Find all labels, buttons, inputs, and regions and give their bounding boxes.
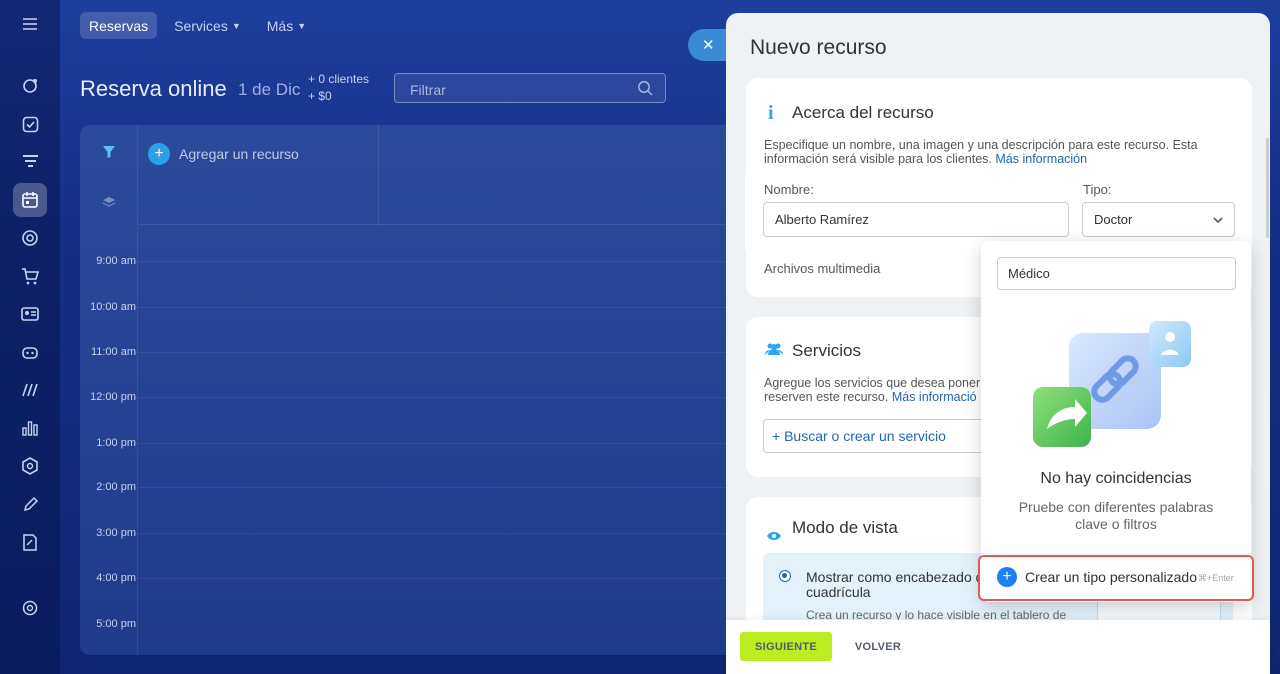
time-slot: 2:00 pm — [96, 481, 136, 493]
type-label: Tipo: — [1083, 182, 1112, 197]
radio-selected[interactable] — [779, 570, 791, 582]
info-icon: i — [768, 102, 774, 124]
plus-icon: + — [148, 143, 170, 165]
feed-icon[interactable] — [18, 74, 42, 98]
target-icon[interactable] — [18, 226, 42, 250]
back-button[interactable]: VOLVER — [842, 632, 914, 661]
media-label: Archivos multimedia — [764, 261, 881, 276]
chevron-down-icon: ▼ — [297, 20, 307, 31]
top-nav: Reservas Services ▼ Más ▼ — [80, 12, 315, 39]
analytics-icon[interactable] — [18, 416, 42, 440]
users-icon — [764, 342, 784, 361]
dropdown-divider — [981, 553, 1251, 554]
services-description: Agregue los servicios que desea poner re… — [764, 376, 981, 404]
about-description: Especifique un nombre, una imagen y una … — [764, 138, 1198, 166]
type-search-input[interactable]: Médico — [997, 257, 1236, 290]
grid-line — [138, 443, 740, 444]
grid-line — [138, 307, 740, 308]
tab-services[interactable]: Services ▼ — [165, 12, 250, 39]
grid-line — [138, 578, 740, 579]
search-create-service-button[interactable]: + Buscar o crear un servicio — [763, 419, 991, 453]
calendar-divider — [378, 125, 379, 225]
contact-card-icon[interactable] — [18, 302, 42, 326]
layers-icon[interactable] — [102, 195, 116, 214]
type-dropdown: Médico No hay coincidencias Pruebe con d… — [981, 241, 1251, 602]
grid-line — [138, 352, 740, 353]
bot-icon[interactable] — [18, 340, 42, 364]
time-slot: 12:00 pm — [90, 391, 136, 403]
type-select[interactable]: Doctor — [1082, 202, 1235, 237]
page-title: Reserva online — [80, 76, 227, 101]
booking-icon[interactable] — [13, 183, 47, 217]
left-sidebar — [0, 0, 60, 674]
no-results-illustration — [1029, 317, 1204, 462]
filter-placeholder: Filtrar — [410, 82, 446, 98]
tab-reservas[interactable]: Reservas — [80, 12, 158, 39]
shortcut-hint: ⌘+Enter — [1198, 573, 1234, 583]
grid-line — [138, 533, 740, 534]
time-slot: 11:00 am — [90, 346, 136, 358]
plus-icon: + — [997, 567, 1017, 587]
panel-footer: SIGUIENTE VOLVER — [726, 620, 1270, 674]
page-date[interactable]: 1 de Dic — [238, 80, 300, 100]
option-title: Mostrar como encabezado d cuadrícula — [806, 569, 984, 600]
tasks-icon[interactable] — [18, 112, 42, 136]
no-match-title: No hay coincidencias — [1040, 470, 1192, 487]
create-custom-type-label: Crear un tipo personalizado — [1025, 569, 1197, 585]
menu-icon[interactable] — [18, 12, 42, 36]
name-input[interactable]: Alberto Ramírez — [763, 202, 1069, 237]
chevron-down-icon — [1212, 214, 1224, 229]
filter-funnel-icon[interactable] — [102, 145, 116, 164]
grid-line — [138, 261, 740, 262]
services-title: Servicios — [792, 341, 861, 360]
hexagon-icon[interactable] — [18, 454, 42, 478]
tab-mas[interactable]: Más ▼ — [258, 12, 315, 39]
document-sign-icon[interactable] — [18, 530, 42, 554]
time-slot: 10:00 am — [90, 301, 136, 313]
view-mode-title: Modo de vista — [792, 518, 898, 537]
time-slot: 9:00 am — [96, 255, 136, 267]
page-stats: + 0 clientes + $0 — [308, 71, 369, 105]
search-icon[interactable] — [637, 80, 653, 101]
services-more-link[interactable]: Más informació — [892, 390, 977, 404]
amount-total: + $0 — [308, 89, 332, 103]
panel-title: Nuevo recurso — [750, 36, 887, 59]
close-icon: ✕ — [702, 37, 715, 54]
pen-icon[interactable] — [18, 492, 42, 516]
chevron-down-icon: ▼ — [231, 20, 241, 31]
time-slot: 4:00 pm — [96, 572, 136, 584]
marketing-icon[interactable] — [18, 378, 42, 402]
no-match-subtitle: Pruebe con diferentes palabras clave o f… — [1018, 499, 1214, 532]
next-button[interactable]: SIGUIENTE — [740, 632, 832, 661]
time-slot: 5:00 pm — [96, 618, 136, 630]
create-custom-type-button[interactable]: + Crear un tipo personalizado ⌘+Enter — [978, 555, 1254, 601]
time-slot: 3:00 pm — [96, 527, 136, 539]
name-label: Nombre: — [764, 182, 814, 197]
more-info-link[interactable]: Más información — [995, 152, 1087, 166]
crm-icon[interactable] — [18, 150, 42, 174]
eye-icon — [766, 528, 782, 546]
settings-icon[interactable] — [18, 596, 42, 620]
add-resource-button[interactable]: + Agregar un recurso — [148, 143, 299, 165]
about-title: Acerca del recurso — [792, 103, 934, 122]
clients-count[interactable]: + 0 clientes — [308, 71, 369, 88]
calendar-grid: + Agregar un recurso 9:00 am 10:00 am 11… — [80, 125, 740, 655]
grid-line — [138, 487, 740, 488]
grid-line — [138, 397, 740, 398]
scrollbar[interactable] — [1266, 138, 1269, 238]
filter-input[interactable]: Filtrar — [394, 73, 666, 103]
time-slot: 1:00 pm — [96, 437, 136, 449]
calendar-header — [138, 125, 740, 225]
cart-icon[interactable] — [18, 264, 42, 288]
